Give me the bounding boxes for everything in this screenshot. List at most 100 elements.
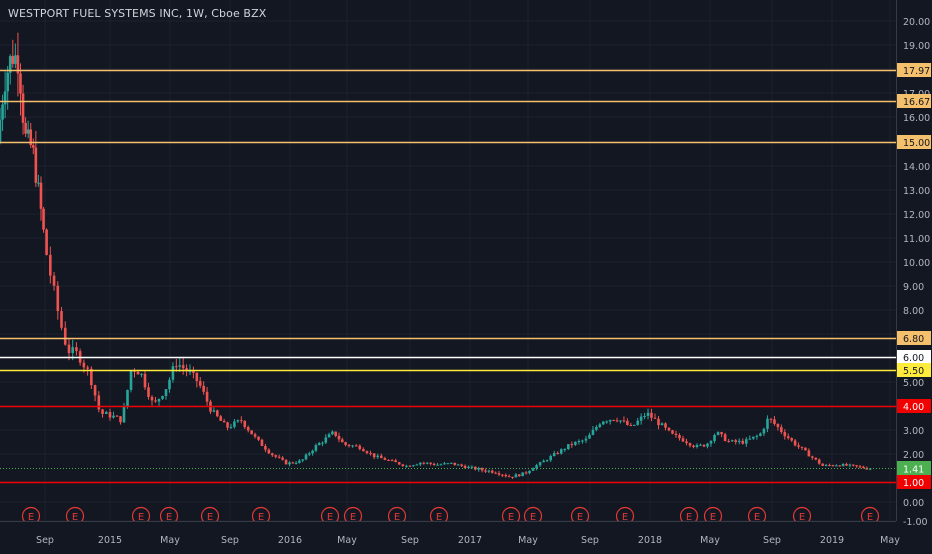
candle-body <box>528 470 531 474</box>
candle-body <box>75 347 78 352</box>
y-tick-label: -1.00 <box>903 517 928 528</box>
candle-body <box>570 444 574 446</box>
level-label-4-00: 4.00 <box>897 399 931 413</box>
candle-body <box>34 147 38 183</box>
candle-body <box>845 463 848 466</box>
candle-body <box>601 421 605 425</box>
candle-body <box>535 465 538 469</box>
candle-body <box>632 424 636 426</box>
candle-body <box>467 466 470 468</box>
candle-body <box>598 424 602 427</box>
candle-body <box>584 438 588 441</box>
candle-body <box>82 362 86 368</box>
level-label-text: 5.50 <box>903 366 924 377</box>
candle[interactable] <box>521 472 524 477</box>
candle-body <box>678 435 681 439</box>
candle-body <box>324 437 328 443</box>
candle-body <box>848 464 852 466</box>
candle-body <box>264 446 267 450</box>
candle-body <box>327 434 331 438</box>
candle-body <box>545 460 549 462</box>
candle-body <box>205 391 209 402</box>
candle-body <box>394 460 397 463</box>
candle-body <box>855 465 858 467</box>
candle-body <box>501 474 504 476</box>
candle-body <box>19 73 22 94</box>
candle[interactable] <box>45 228 48 256</box>
candle-body <box>157 398 161 402</box>
candle-body <box>119 416 122 423</box>
candle-body <box>39 182 43 209</box>
chart-root: EEEEEEEEEEEEEEEEEEE 20.0019.0018.0017.00… <box>0 0 932 550</box>
candle-body <box>112 415 115 418</box>
x-tick-label: 2018 <box>638 535 662 546</box>
candle-body <box>629 425 633 427</box>
candle-body <box>344 442 347 445</box>
chart-title: WESTPORT FUEL SYSTEMS INC, 1W, Cboe BZX <box>8 7 267 20</box>
y-tick-label: 8.00 <box>903 306 924 317</box>
candle-body <box>284 459 288 465</box>
candle-body <box>737 440 741 442</box>
candle-body <box>776 423 780 428</box>
level-label-text: 1.00 <box>903 478 924 489</box>
candle-body <box>340 439 344 443</box>
level-label-text: 6.80 <box>903 334 924 345</box>
candle-body <box>321 442 324 444</box>
candle-body <box>484 470 487 472</box>
level-label-text: 6.00 <box>903 353 924 364</box>
y-tick-label: 0.00 <box>903 498 924 509</box>
candle-body <box>709 440 713 444</box>
x-tick-label: 2015 <box>98 535 122 546</box>
candle-body <box>588 434 591 439</box>
price-chart[interactable]: EEEEEEEEEEEEEEEEEEE 20.0019.0018.0017.00… <box>0 0 932 550</box>
candle-body <box>730 440 734 442</box>
candle-body <box>453 462 457 465</box>
candle-body <box>42 208 45 230</box>
candle[interactable] <box>671 429 674 435</box>
candle-body <box>646 412 650 416</box>
candle-body <box>267 449 271 454</box>
candle-body <box>494 472 497 474</box>
candle-body <box>383 458 387 461</box>
candle-body <box>233 421 236 427</box>
candle-body <box>387 460 390 462</box>
candle[interactable] <box>284 459 288 465</box>
candle-body <box>838 465 842 467</box>
candle-body <box>436 464 439 466</box>
candle-body <box>288 462 291 465</box>
candle[interactable] <box>250 430 253 435</box>
candle[interactable] <box>216 409 219 418</box>
candle-body <box>480 468 484 471</box>
candle-body <box>514 474 518 478</box>
candle-body <box>759 433 762 436</box>
candle-body <box>52 275 56 286</box>
candle-body <box>334 431 337 436</box>
candle-body <box>250 430 253 435</box>
candle-body <box>212 410 216 412</box>
candle-body <box>198 381 202 386</box>
candle[interactable] <box>42 206 45 233</box>
candle-body <box>653 417 657 419</box>
candle[interactable] <box>129 370 133 393</box>
last-price-text: 1.41 <box>903 465 924 476</box>
candle-body <box>521 472 524 477</box>
candle-body <box>277 456 281 458</box>
candle-body <box>595 426 598 430</box>
candle-body <box>60 311 63 328</box>
candle-body <box>161 395 164 399</box>
candle-body <box>304 454 308 460</box>
candle-body <box>192 371 195 373</box>
candle-body <box>67 344 71 354</box>
candle-body <box>567 444 570 450</box>
x-tick-label: Sep <box>581 535 599 546</box>
candle-body <box>63 327 67 345</box>
candle[interactable] <box>450 462 453 464</box>
candle-body <box>24 122 27 134</box>
candle-body <box>727 441 730 443</box>
level-label-6-80: 6.80 <box>897 331 931 345</box>
candle-body <box>347 444 351 447</box>
x-tick-label: May <box>700 535 720 546</box>
candle[interactable] <box>804 447 807 451</box>
candle-body <box>524 472 528 474</box>
candle-body <box>793 440 797 446</box>
